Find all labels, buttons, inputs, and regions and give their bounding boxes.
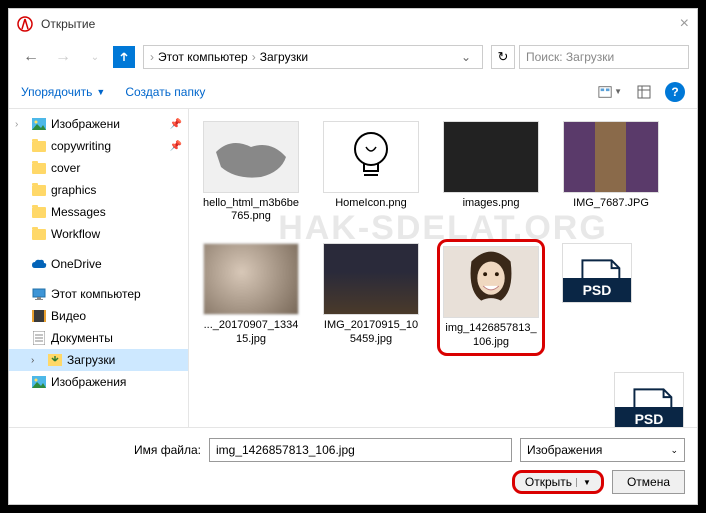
file-item[interactable]: ..._20170907_133415.jpg — [197, 239, 305, 355]
forward-button: → — [49, 43, 77, 71]
view-details-button[interactable] — [631, 80, 657, 104]
file-label: IMG_7687.JPG — [573, 197, 649, 210]
sidebar-item-pictures[interactable]: Изображения — [9, 371, 188, 393]
sidebar-item-downloads[interactable]: ›Загрузки — [9, 349, 188, 371]
sidebar-item-folder[interactable]: copywriting📌 — [9, 135, 188, 157]
thumbnail-woman — [443, 246, 539, 318]
sidebar-item-videos[interactable]: Видео — [9, 305, 188, 327]
chevron-down-icon: ▼ — [576, 478, 591, 487]
thumbnail-psd: PSD — [614, 372, 684, 427]
file-label: images.png — [463, 197, 520, 210]
window-title: Открытие — [41, 17, 95, 31]
filename-label: Имя файла: — [21, 443, 201, 457]
organize-button[interactable]: Упорядочить ▼ — [21, 85, 105, 99]
back-button[interactable]: ← — [17, 43, 45, 71]
close-icon[interactable]: × — [680, 15, 689, 33]
breadcrumb-current[interactable]: Загрузки — [260, 50, 308, 64]
titlebar: Открытие × — [9, 9, 697, 39]
chevron-right-icon: › — [150, 50, 154, 64]
body: ›Изображени📌 copywriting📌 cover graphics… — [9, 109, 697, 427]
pin-icon: 📌 — [170, 119, 182, 130]
thumbnail-brochure — [563, 121, 659, 193]
sidebar-item-folder[interactable]: graphics — [9, 179, 188, 201]
sidebar-item-folder[interactable]: cover — [9, 157, 188, 179]
help-icon[interactable]: ? — [665, 82, 685, 102]
file-item[interactable]: HomeIcon.png — [317, 117, 425, 227]
file-item[interactable]: PSD — [609, 368, 689, 427]
file-grid: HAK-SDELAT.ORG hello_html_m3b6be765.png … — [189, 109, 697, 427]
sidebar-item-documents[interactable]: Документы — [9, 327, 188, 349]
thumbnail-blur — [203, 243, 299, 315]
chevron-right-icon: › — [252, 50, 256, 64]
file-item-selected[interactable]: img_1426857813_106.jpg — [437, 239, 545, 355]
sidebar-item-pictures[interactable]: ›Изображени📌 — [9, 113, 188, 135]
chevron-down-icon: ⌄ — [670, 445, 678, 456]
file-item[interactable]: hello_html_m3b6be765.png — [197, 117, 305, 227]
thumbnail-icons — [443, 121, 539, 193]
sidebar-item-onedrive[interactable]: OneDrive — [9, 253, 188, 275]
file-item[interactable]: PSD — [557, 239, 637, 355]
refresh-button[interactable]: ↻ — [491, 45, 515, 69]
file-item[interactable]: images.png — [437, 117, 545, 227]
cancel-button[interactable]: Отмена — [612, 470, 685, 494]
breadcrumb-dropdown-icon[interactable]: ⌄ — [456, 50, 476, 64]
open-button[interactable]: Открыть▼ — [512, 470, 604, 494]
breadcrumb[interactable]: › Этот компьютер › Загрузки ⌄ — [143, 45, 483, 69]
file-label: IMG_20170915_105459.jpg — [321, 319, 421, 345]
file-item[interactable]: IMG_7687.JPG — [557, 117, 665, 227]
thumbnail-psd: PSD — [562, 243, 632, 303]
up-button[interactable] — [113, 46, 135, 68]
sidebar-item-folder[interactable]: Workflow — [9, 223, 188, 245]
file-label: HomeIcon.png — [335, 197, 407, 210]
file-label: img_1426857813_106.jpg — [444, 322, 538, 348]
search-input[interactable]: Поиск: Загрузки — [519, 45, 689, 69]
file-open-dialog: Открытие × ← → ⌄ › Этот компьютер › Загр… — [8, 8, 698, 505]
file-item[interactable]: IMG_20170915_105459.jpg — [317, 239, 425, 355]
toolbar: Упорядочить ▼ Создать папку ▼ ? — [9, 75, 697, 109]
app-icon — [17, 16, 33, 32]
sidebar: ›Изображени📌 copywriting📌 cover graphics… — [9, 109, 189, 427]
thumbnail-map — [203, 121, 299, 193]
file-type-filter[interactable]: Изображения⌄ — [520, 438, 685, 462]
recent-dropdown-icon[interactable]: ⌄ — [81, 43, 109, 71]
thumbnail-crowd — [323, 243, 419, 315]
pin-icon: 📌 — [170, 141, 182, 152]
breadcrumb-root[interactable]: Этот компьютер — [158, 50, 248, 64]
thumbnail-bulb — [323, 121, 419, 193]
view-thumbnails-button[interactable]: ▼ — [597, 80, 623, 104]
sidebar-item-folder[interactable]: Messages — [9, 201, 188, 223]
filename-input[interactable] — [209, 438, 512, 462]
file-label: hello_html_m3b6be765.png — [201, 197, 301, 223]
navbar: ← → ⌄ › Этот компьютер › Загрузки ⌄ ↻ По… — [9, 39, 697, 75]
footer: Имя файла: Изображения⌄ Открыть▼ Отмена — [9, 427, 697, 504]
sidebar-item-thispc[interactable]: Этот компьютер — [9, 283, 188, 305]
new-folder-button[interactable]: Создать папку — [125, 85, 205, 99]
file-label: ..._20170907_133415.jpg — [201, 319, 301, 345]
